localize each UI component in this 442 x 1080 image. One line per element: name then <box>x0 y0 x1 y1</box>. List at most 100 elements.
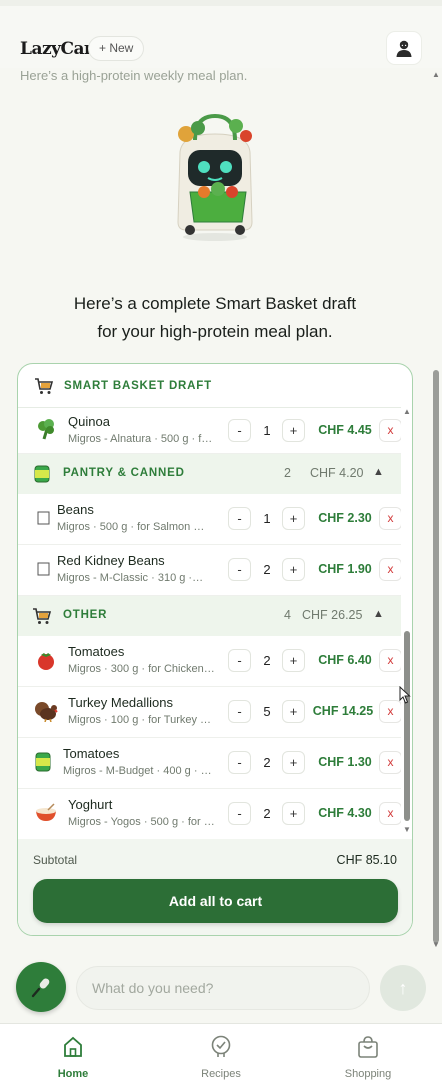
increase-quantity-button[interactable]: + <box>282 700 305 723</box>
item-name: Beans <box>57 502 94 517</box>
item-price: CHF 6.40 <box>318 653 372 667</box>
collapse-chevron-icon[interactable]: ▲ <box>373 466 384 478</box>
item-quantity: 2 <box>263 755 271 770</box>
tab-recipes[interactable]: Recipes <box>176 1034 266 1080</box>
category-pantry-canned[interactable]: PANTRY & CANNED 2 CHF 4.20 ▲ <box>18 454 401 494</box>
remove-item-button[interactable]: x <box>379 649 401 672</box>
top-bar: LazyCart + New <box>0 0 442 68</box>
decrease-quantity-button[interactable]: - <box>228 751 251 774</box>
increase-quantity-button[interactable]: + <box>282 802 305 825</box>
mascot-shopping-bag-robot-icon <box>177 113 253 241</box>
decrease-quantity-button[interactable]: - <box>228 558 251 581</box>
page-scrollbar[interactable]: ▲ ▼ <box>430 68 442 953</box>
category-count: 2 <box>284 466 291 480</box>
scrollbar-thumb[interactable] <box>404 631 410 821</box>
item-details: Migros - M-Classic · 310 g · for chili <box>57 572 205 584</box>
bowl-icon <box>34 801 58 825</box>
can-icon <box>31 463 53 485</box>
item-quantity: 2 <box>263 806 271 821</box>
remove-item-button[interactable]: x <box>379 507 401 530</box>
basket-item-quinoa: Quinoa Migros - Alnatura · 500 g · for C… <box>18 408 401 454</box>
smart-basket-title: SMART BASKET DRAFT <box>64 379 212 392</box>
subtotal-label: Subtotal <box>33 853 78 867</box>
smart-basket-card: SMART BASKET DRAFT Quinoa Migros - Alnat… <box>17 363 413 936</box>
category-label: PANTRY & CANNED <box>63 467 185 479</box>
user-avatar-icon <box>396 40 412 57</box>
tab-label: Shopping <box>344 1068 392 1080</box>
message-input[interactable] <box>76 966 370 1010</box>
basket-item-tomatoes: Tomatoes Migros · 300 g · for Chicken sa… <box>18 636 401 687</box>
tomato-icon <box>34 648 58 672</box>
checkbox-icon[interactable] <box>32 506 56 530</box>
item-name: Turkey Medallions <box>68 695 174 710</box>
scroll-down-arrow-icon[interactable]: ▼ <box>432 940 440 949</box>
checkbox-icon[interactable] <box>32 557 56 581</box>
category-other[interactable]: OTHER 4 CHF 26.25 ▲ <box>18 596 401 636</box>
item-name: Tomatoes <box>63 746 120 761</box>
item-quantity: 1 <box>263 511 271 526</box>
basket-list-scrollbar[interactable]: ▲ ▼ <box>403 407 412 839</box>
home-icon <box>28 1034 118 1060</box>
remove-item-button[interactable]: x <box>379 558 401 581</box>
item-price: CHF 4.45 <box>318 423 372 437</box>
scrollbar-thumb[interactable] <box>433 370 439 943</box>
remove-item-button[interactable]: x <box>379 751 401 774</box>
item-quantity: 2 <box>263 653 271 668</box>
basket-item-list[interactable]: Quinoa Migros - Alnatura · 500 g · for C… <box>18 407 401 839</box>
item-quantity: 5 <box>263 704 271 719</box>
chat-content: Here’s a high-protein weekly meal plan. … <box>0 68 430 953</box>
increase-quantity-button[interactable]: + <box>282 649 305 672</box>
previous-message: Here’s a high-protein weekly meal plan. <box>20 68 248 83</box>
decrease-quantity-button[interactable]: - <box>228 419 251 442</box>
scroll-down-arrow-icon[interactable]: ▼ <box>403 825 411 834</box>
item-quantity: 1 <box>263 423 271 438</box>
decrease-quantity-button[interactable]: - <box>228 700 251 723</box>
item-name: Quinoa <box>68 414 110 429</box>
add-all-to-cart-button[interactable]: Add all to cart <box>33 879 398 923</box>
decrease-quantity-button[interactable]: - <box>228 507 251 530</box>
send-button[interactable]: ↑ <box>380 965 426 1011</box>
basket-footer: Subtotal CHF 85.10 Add all to cart <box>18 839 412 935</box>
scroll-up-arrow-icon[interactable]: ▲ <box>432 70 440 79</box>
cart-icon <box>35 377 54 394</box>
item-price: CHF 2.30 <box>318 511 372 525</box>
bottom-navigation: Home Recipes Shopping <box>0 1023 442 1080</box>
item-name: Red Kidney Beans <box>57 553 165 568</box>
basket-item-turkey-medallions: Turkey Medallions Migros · 100 g · for T… <box>18 687 401 738</box>
decrease-quantity-button[interactable]: - <box>228 649 251 672</box>
remove-item-button[interactable]: x <box>379 419 401 442</box>
broccoli-icon <box>34 417 58 441</box>
basket-item-canned-tomatoes: Tomatoes Migros - M-Budget · 400 g · can… <box>18 738 401 789</box>
increase-quantity-button[interactable]: + <box>282 507 305 530</box>
cart-icon <box>31 605 53 627</box>
can-icon <box>31 750 55 774</box>
microphone-button[interactable] <box>16 962 66 1012</box>
tab-home[interactable]: Home <box>28 1034 118 1080</box>
collapse-chevron-icon[interactable]: ▲ <box>373 608 384 620</box>
chef-hat-icon <box>176 1034 266 1060</box>
item-price: CHF 4.30 <box>318 806 372 820</box>
profile-button[interactable] <box>386 31 422 65</box>
subtotal-value: CHF 85.10 <box>336 853 397 867</box>
headline-line-2: for your high-protein meal plan. <box>97 322 333 341</box>
item-details: Migros · 500 g · for Salmon bowl <box>57 521 205 533</box>
item-details: Migros - Yogos · 500 g · for breakfast <box>68 816 216 828</box>
item-details: Migros · 300 g · for Chicken salad <box>68 663 216 675</box>
increase-quantity-button[interactable]: + <box>282 558 305 581</box>
item-name: Yoghurt <box>68 797 113 812</box>
tab-label: Home <box>57 1068 89 1080</box>
increase-quantity-button[interactable]: + <box>282 751 305 774</box>
remove-item-button[interactable]: x <box>379 700 401 723</box>
increase-quantity-button[interactable]: + <box>282 419 305 442</box>
item-details: Migros - M-Budget · 400 g · canned <box>63 765 217 777</box>
headline-line-1: Here’s a complete Smart Basket draft <box>73 294 357 313</box>
category-total: CHF 26.25 <box>302 608 363 622</box>
remove-item-button[interactable]: x <box>379 802 401 825</box>
category-count: 4 <box>284 608 291 622</box>
decrease-quantity-button[interactable]: - <box>228 802 251 825</box>
tab-shopping[interactable]: Shopping <box>323 1034 413 1080</box>
item-details: Migros · 100 g · for Turkey wrap <box>68 714 216 726</box>
new-chat-button[interactable]: + New <box>88 36 145 61</box>
scroll-up-arrow-icon[interactable]: ▲ <box>403 407 411 416</box>
microphone-icon <box>31 978 50 998</box>
